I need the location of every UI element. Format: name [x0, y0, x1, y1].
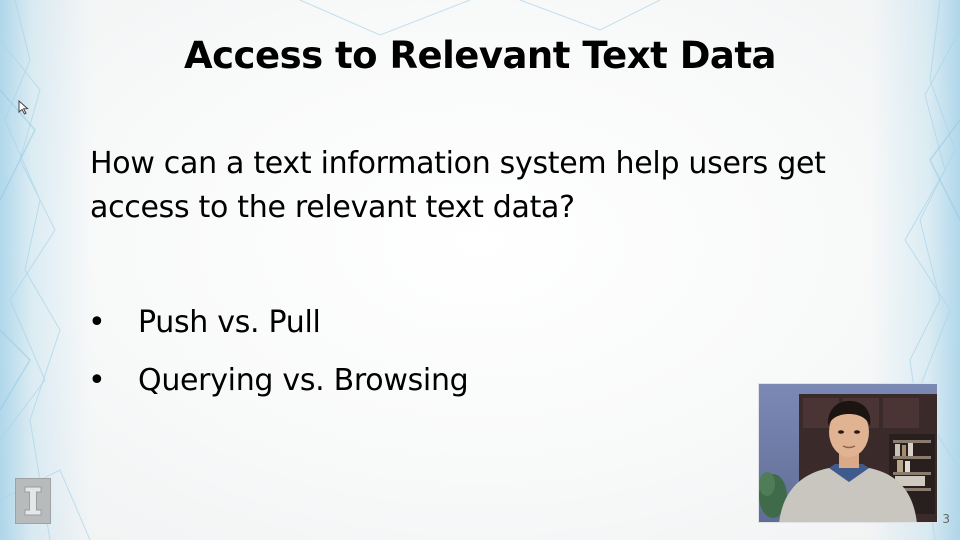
presenter-webcam-video — [758, 383, 938, 523]
bullet-text: Querying vs. Browsing — [138, 363, 469, 398]
slide-title: Access to Relevant Text Data — [183, 34, 777, 77]
slide-page-number: 3 — [942, 512, 950, 526]
slide-question-text: How can a text information system help u… — [90, 146, 826, 225]
mouse-pointer-icon — [18, 100, 29, 115]
slide: Access to Relevant Text Data How can a t… — [0, 0, 960, 540]
bullet-marker: • — [88, 305, 106, 340]
bullet-marker: • — [88, 363, 106, 398]
university-block-i-logo — [15, 478, 51, 524]
bullet-text: Push vs. Pull — [138, 305, 321, 340]
